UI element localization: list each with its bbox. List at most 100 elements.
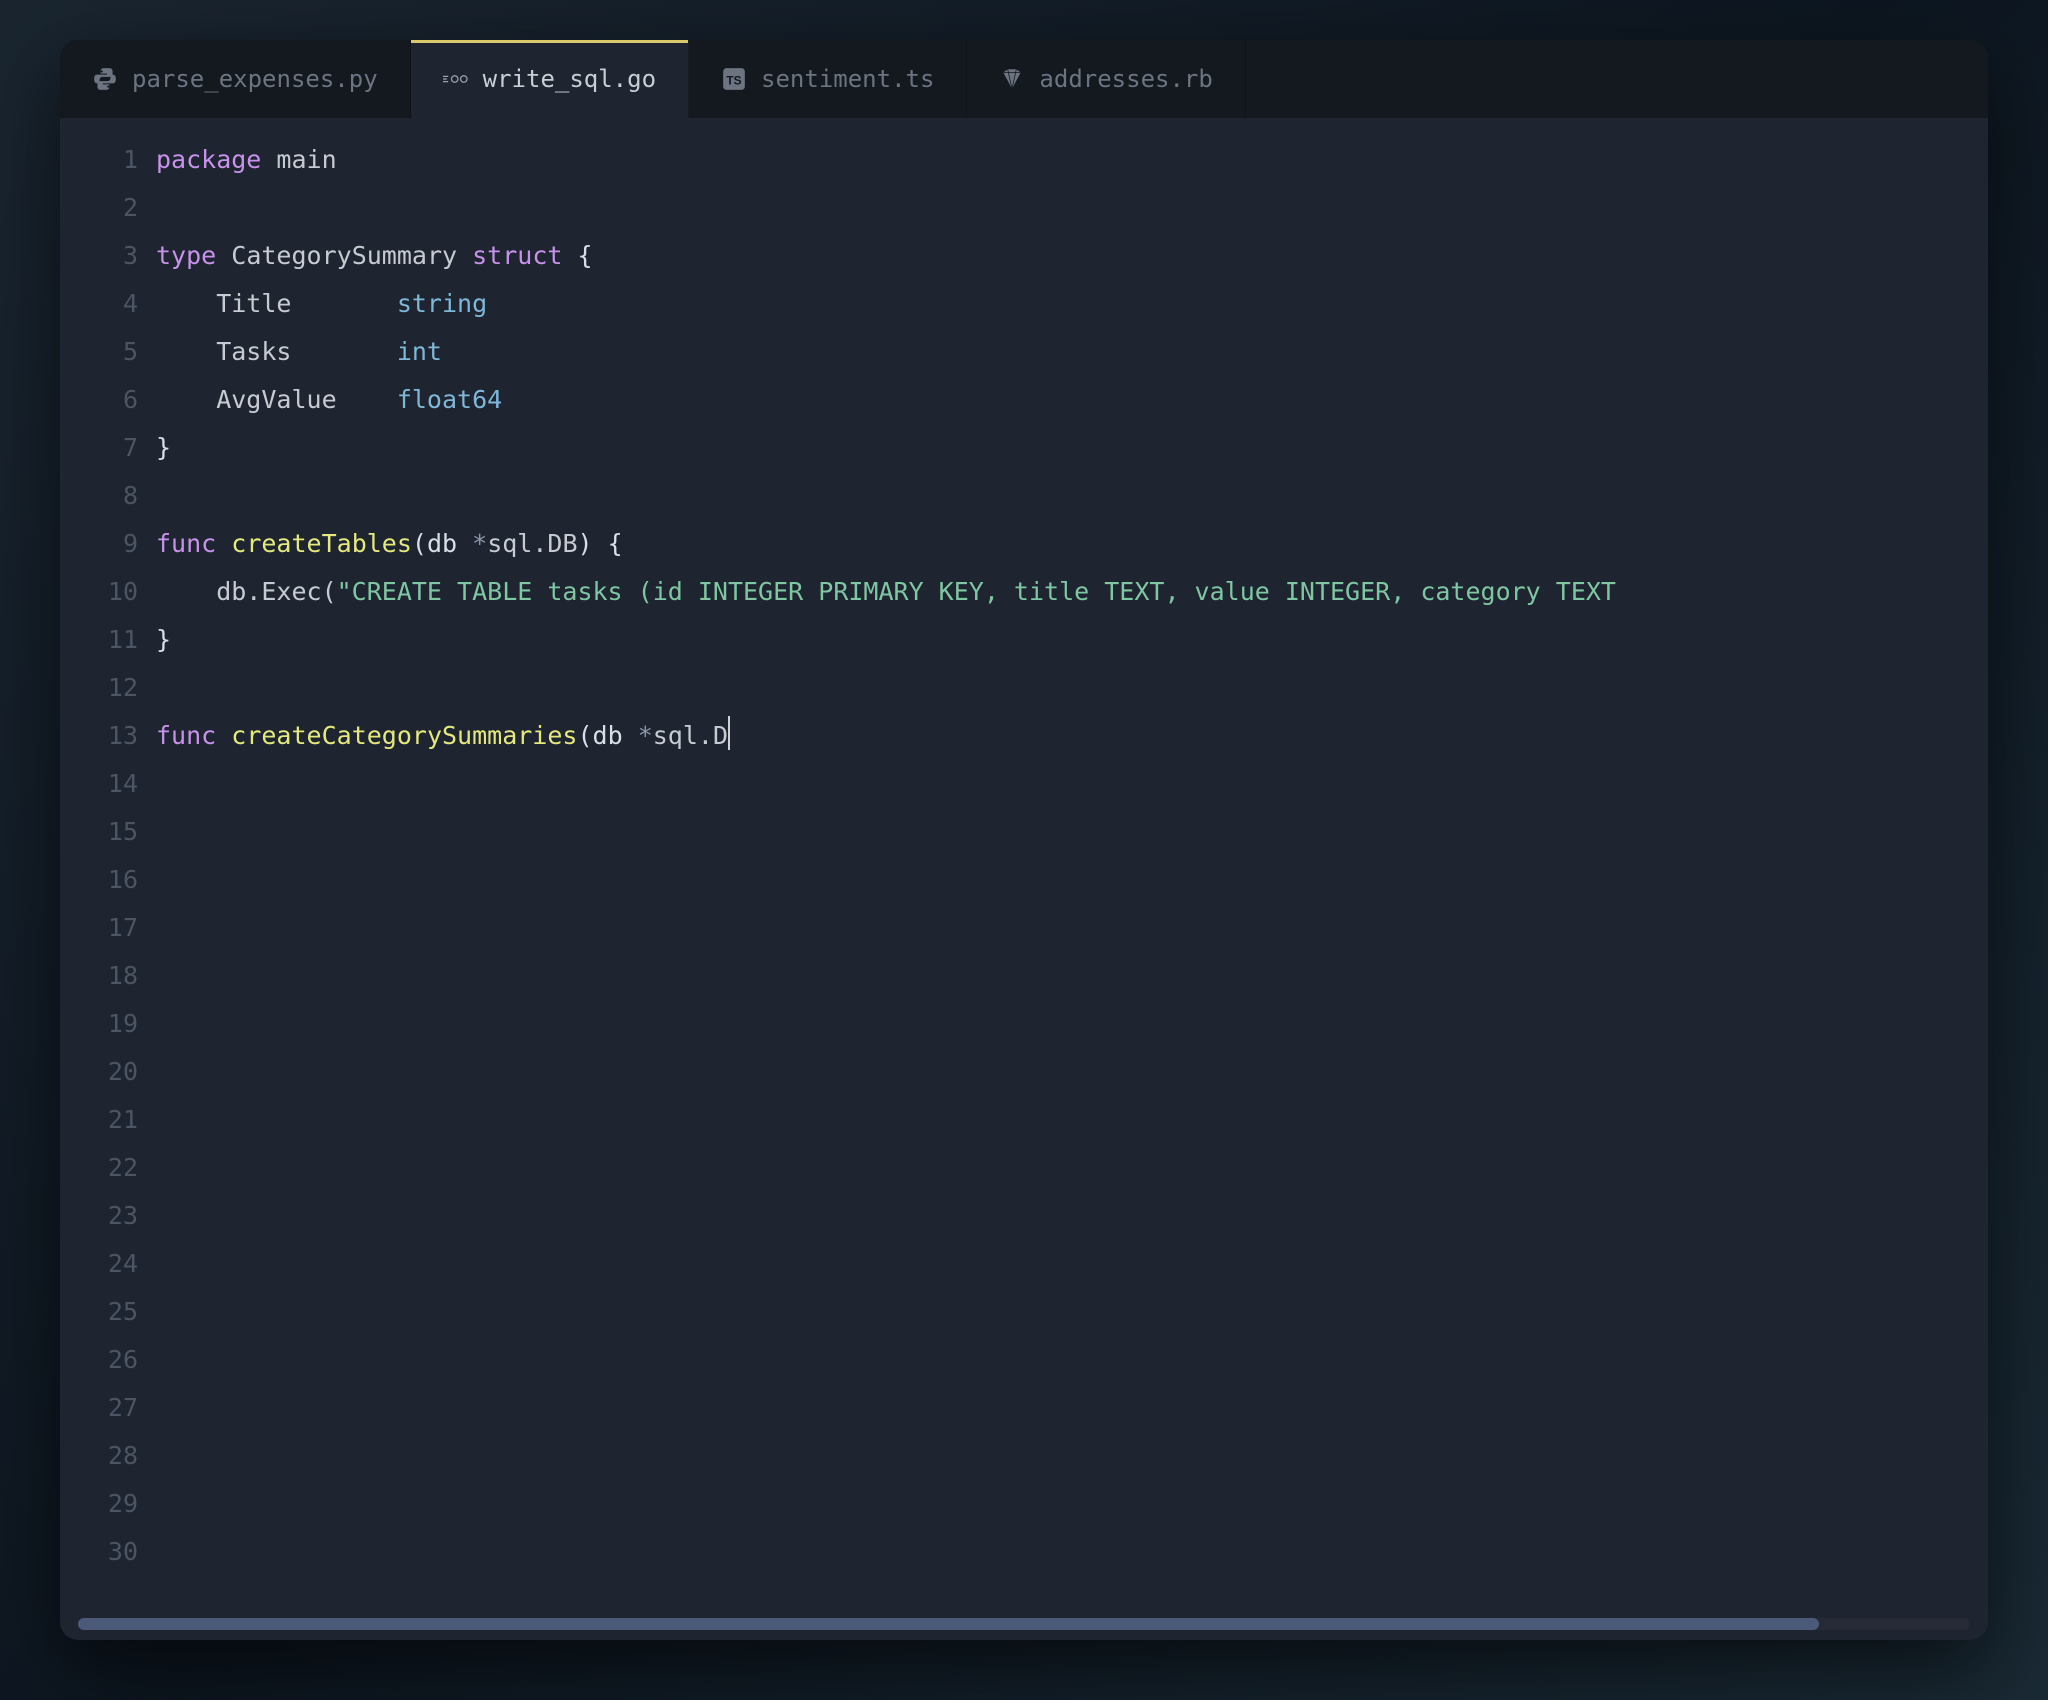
line-number: 30 [60,1528,138,1576]
token: createCategorySummaries [231,721,577,750]
code-line[interactable] [156,472,1988,520]
token: createTables [231,529,412,558]
line-number: 17 [60,904,138,952]
line-number: 9 [60,520,138,568]
line-number: 4 [60,280,138,328]
line-number: 27 [60,1384,138,1432]
code-line[interactable] [156,760,1988,808]
code-line[interactable] [156,808,1988,856]
line-number: 29 [60,1480,138,1528]
code-content[interactable]: package main type CategorySummary struct … [156,136,1988,1640]
line-number: 13 [60,712,138,760]
token: string [397,289,487,318]
token: * [638,721,653,750]
code-line[interactable] [156,1480,1988,1528]
token: } [156,433,171,462]
code-line[interactable]: db.Exec("CREATE TABLE tasks (id INTEGER … [156,568,1988,616]
token: main [276,145,336,174]
code-line[interactable]: AvgValue float64 [156,376,1988,424]
line-number: 10 [60,568,138,616]
code-line[interactable] [156,904,1988,952]
line-number: 28 [60,1432,138,1480]
code-line[interactable]: func createCategorySummaries(db *sql.D [156,712,1988,760]
line-number: 20 [60,1048,138,1096]
line-number: 26 [60,1336,138,1384]
token: "CREATE TABLE tasks (id INTEGER PRIMARY … [337,577,1616,606]
code-line[interactable] [156,1048,1988,1096]
code-line[interactable] [156,1336,1988,1384]
line-number: 15 [60,808,138,856]
svg-text:TS: TS [726,73,741,87]
token: ) { [578,529,623,558]
tab-bar: parse_expenses.py write_sql.go TS sentim… [60,40,1988,118]
code-line[interactable]: type CategorySummary struct { [156,232,1988,280]
line-number: 2 [60,184,138,232]
tab-sentiment[interactable]: TS sentiment.ts [689,40,967,118]
token [216,529,231,558]
token: func [156,721,216,750]
tab-label: parse_expenses.py [132,65,378,93]
text-cursor [728,716,730,750]
token: { [562,241,592,270]
tab-label: sentiment.ts [761,65,934,93]
token: struct [472,241,562,270]
code-line[interactable] [156,856,1988,904]
code-line[interactable]: } [156,616,1988,664]
horizontal-scrollbar[interactable] [78,1618,1970,1630]
code-line[interactable] [156,952,1988,1000]
ruby-icon [999,66,1025,92]
token: sql.D [653,721,728,750]
code-line[interactable] [156,184,1988,232]
line-number: 24 [60,1240,138,1288]
token [216,721,231,750]
code-line[interactable] [156,1384,1988,1432]
tab-label: write_sql.go [483,65,656,93]
line-number: 7 [60,424,138,472]
go-icon [443,66,469,92]
token: sql.DB [487,529,577,558]
editor-window: parse_expenses.py write_sql.go TS sentim… [60,40,1988,1640]
token: CategorySummary [231,241,457,270]
line-number: 8 [60,472,138,520]
token: Tasks [156,337,397,366]
token: Title [156,289,397,318]
line-number: 14 [60,760,138,808]
line-number: 16 [60,856,138,904]
line-number: 23 [60,1192,138,1240]
line-number: 12 [60,664,138,712]
code-line[interactable]: package main [156,136,1988,184]
tab-addresses[interactable]: addresses.rb [967,40,1245,118]
code-line[interactable] [156,1240,1988,1288]
token: type [156,241,216,270]
tab-parse-expenses[interactable]: parse_expenses.py [60,40,411,118]
token: (db [577,721,637,750]
tab-label: addresses.rb [1039,65,1212,93]
code-line[interactable]: Tasks int [156,328,1988,376]
line-number: 19 [60,1000,138,1048]
token: * [472,529,487,558]
code-line[interactable] [156,664,1988,712]
token: package [156,145,261,174]
token: (db [412,529,472,558]
code-line[interactable]: func createTables(db *sql.DB) { [156,520,1988,568]
code-line[interactable]: Title string [156,280,1988,328]
code-line[interactable] [156,1192,1988,1240]
code-line[interactable] [156,1432,1988,1480]
code-line[interactable] [156,1528,1988,1576]
code-area[interactable]: 1234567891011121314151617181920212223242… [60,118,1988,1640]
token [457,241,472,270]
line-number: 3 [60,232,138,280]
code-line[interactable] [156,1096,1988,1144]
line-number: 6 [60,376,138,424]
python-icon [92,66,118,92]
horizontal-scrollbar-thumb[interactable] [78,1618,1819,1630]
code-line[interactable] [156,1288,1988,1336]
code-line[interactable] [156,1144,1988,1192]
code-line[interactable] [156,1000,1988,1048]
tab-write-sql[interactable]: write_sql.go [411,40,689,118]
token: db.Exec( [156,577,337,606]
token [261,145,276,174]
line-number: 22 [60,1144,138,1192]
code-line[interactable]: } [156,424,1988,472]
line-number-gutter: 1234567891011121314151617181920212223242… [60,136,156,1640]
